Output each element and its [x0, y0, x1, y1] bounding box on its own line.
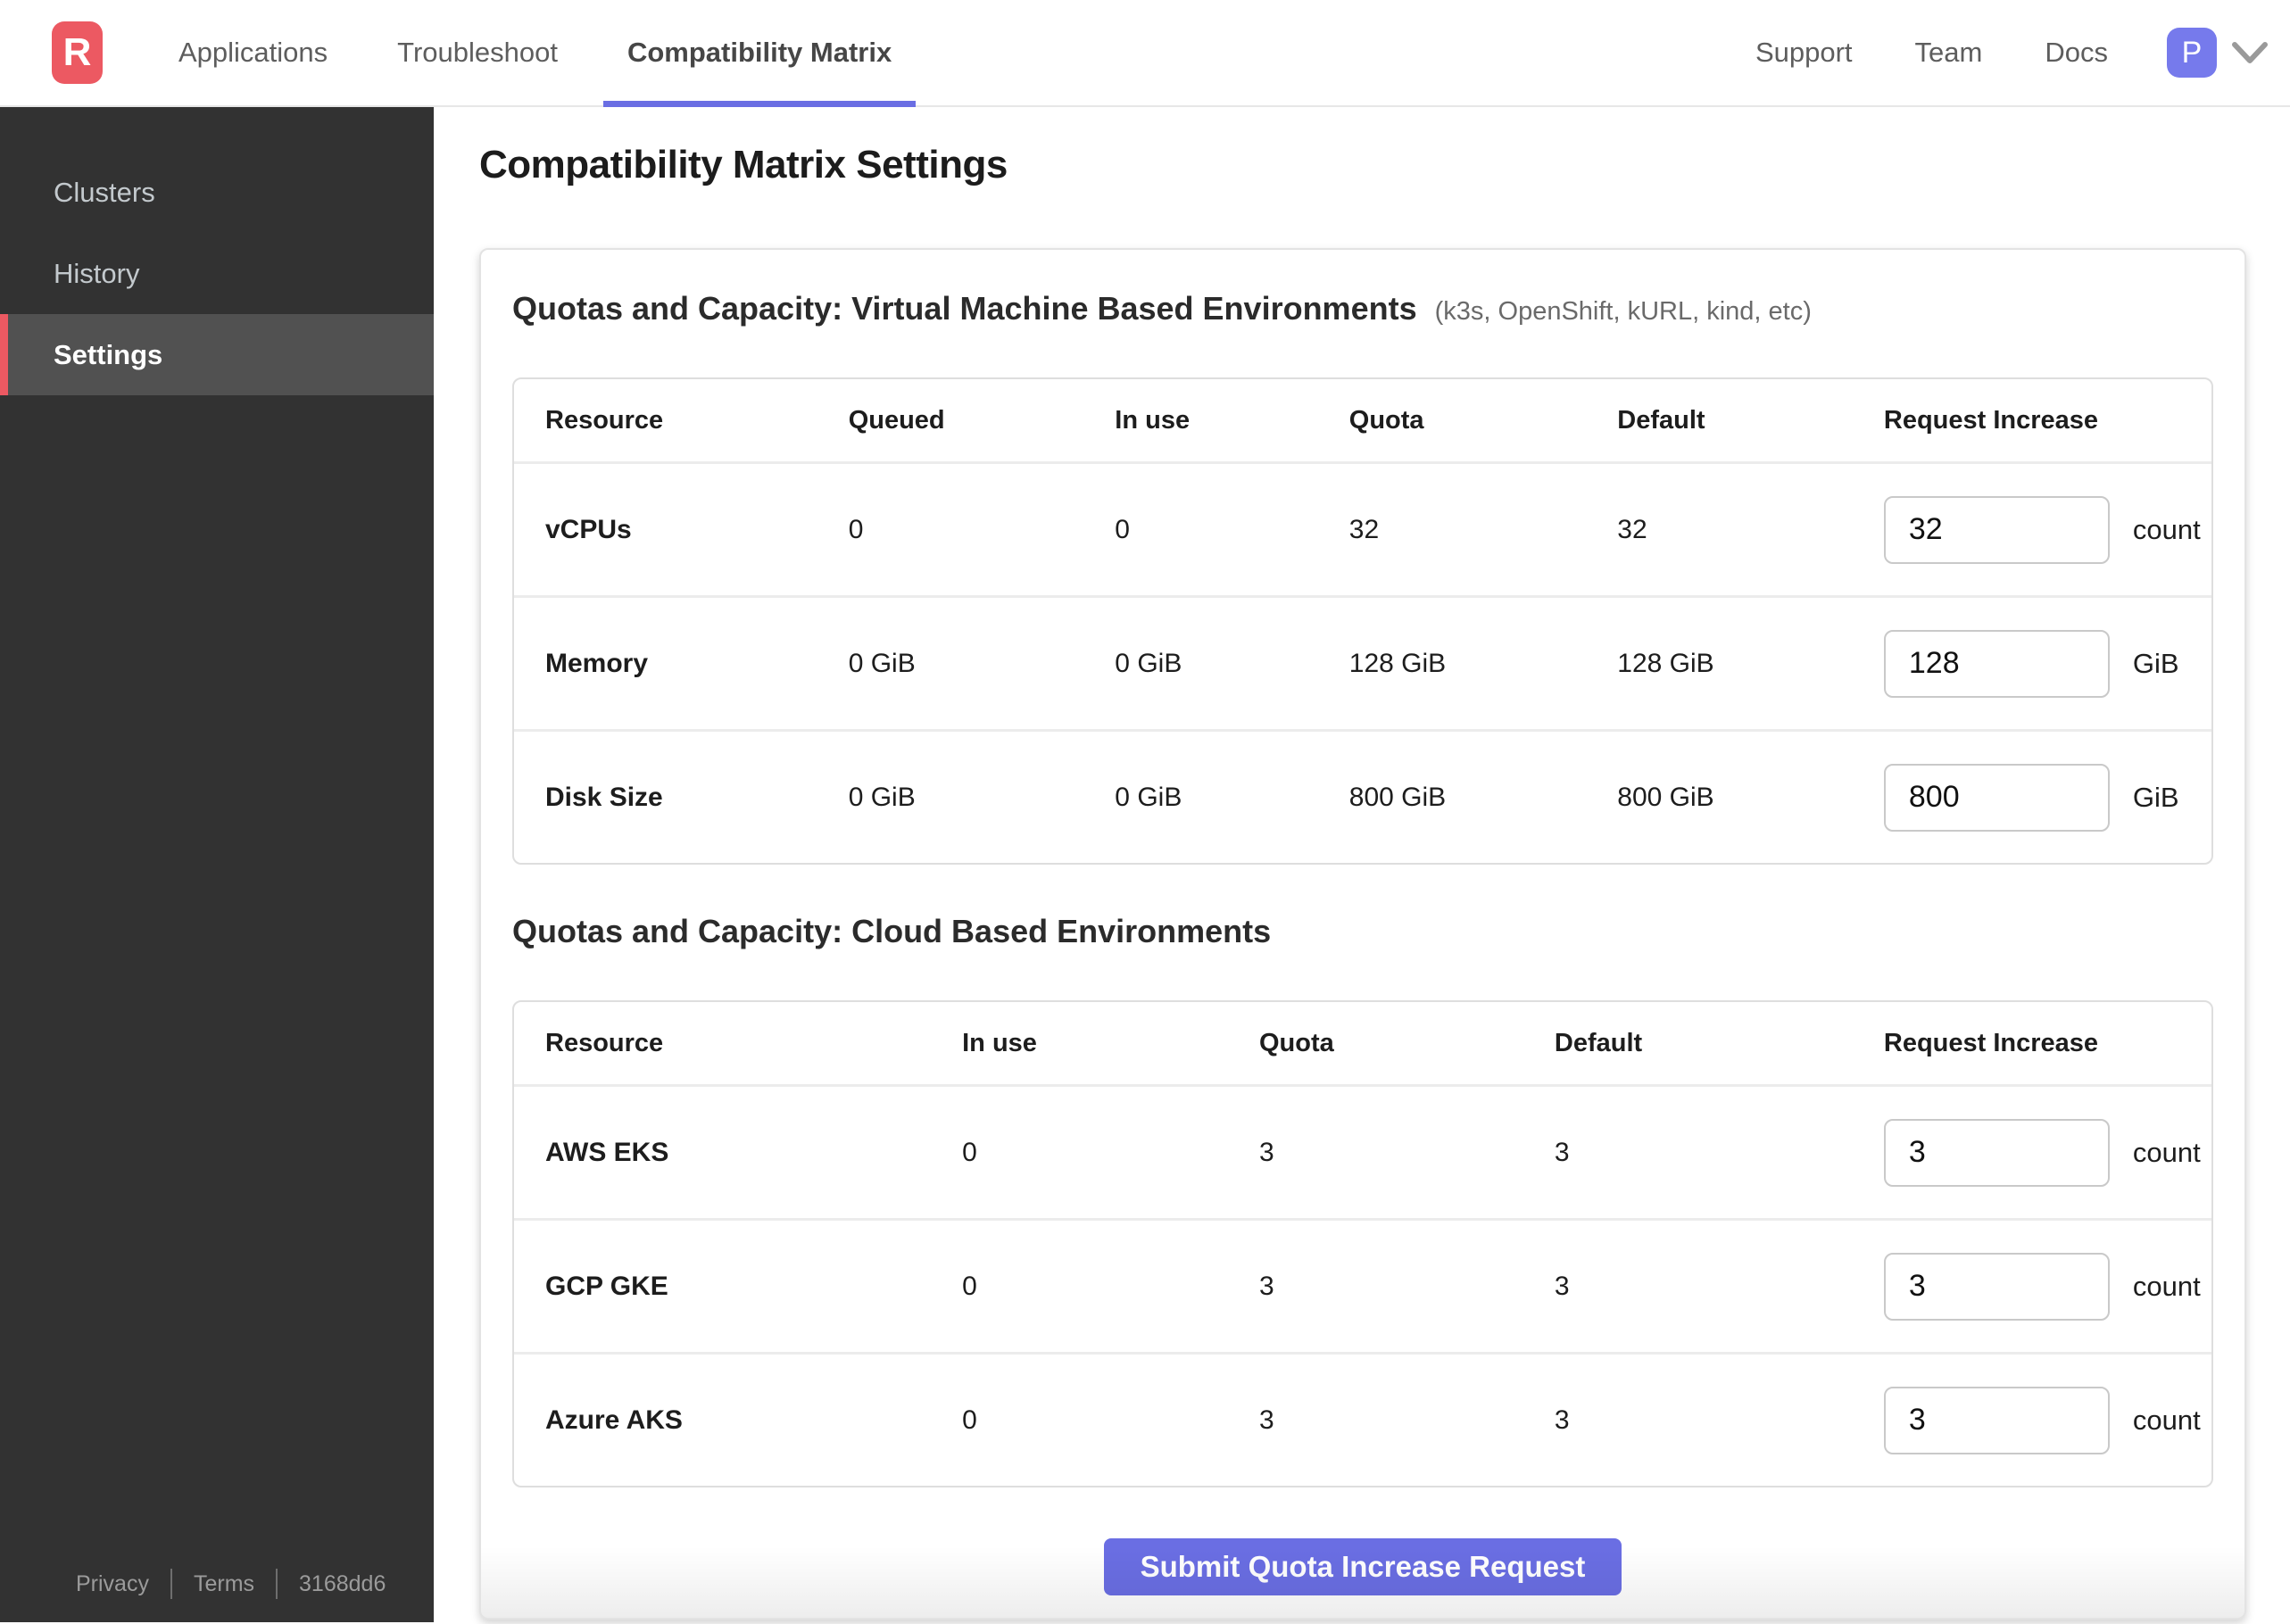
- unit-label: GiB: [2132, 781, 2179, 813]
- quota-cell: 32: [1348, 514, 1380, 544]
- azure-aks-request-input[interactable]: [1883, 1386, 2110, 1454]
- quota-settings-card: Quotas and Capacity: Virtual Machine Bas…: [479, 248, 2246, 1620]
- table-row-azure-aks: Azure AKS 0 3 3 count: [514, 1352, 2211, 1486]
- memory-request-input[interactable]: [1883, 629, 2110, 698]
- nav-left: R Applications Troubleshoot Compatibilit…: [0, 0, 917, 107]
- queued-cell: 0: [848, 514, 864, 544]
- sidebar-item-clusters[interactable]: Clusters: [0, 152, 434, 233]
- column-header-resource: Resource: [545, 1028, 664, 1057]
- privacy-link[interactable]: Privacy: [76, 1571, 149, 1597]
- column-header-queued: Queued: [848, 405, 945, 435]
- unit-label: count: [2132, 1404, 2201, 1436]
- resource-cell: AWS EKS: [545, 1137, 669, 1167]
- nav-link-team[interactable]: Team: [1915, 37, 1983, 69]
- column-header-default: Default: [1554, 1028, 1643, 1057]
- vm-quota-table: Resource Queued In use Quota Default Req…: [512, 377, 2213, 865]
- logo-letter: R: [62, 30, 92, 74]
- section-title-vm-text: Quotas and Capacity: Virtual Machine Bas…: [512, 290, 1417, 327]
- page-title: Compatibility Matrix Settings: [479, 143, 1008, 186]
- resource-cell: Disk Size: [545, 782, 663, 812]
- inuse-cell: 0 GiB: [1115, 782, 1182, 812]
- table-row-memory: Memory 0 GiB 0 GiB 128 GiB 128 GiB GiB: [514, 595, 2211, 729]
- column-header-resource: Resource: [545, 405, 664, 435]
- section-title-cloud-text: Quotas and Capacity: Cloud Based Environ…: [512, 913, 1272, 949]
- inuse-cell: 0: [962, 1404, 977, 1435]
- inuse-cell: 0: [1115, 514, 1130, 544]
- footer-divider: [276, 1569, 278, 1599]
- resource-cell: Azure AKS: [545, 1404, 683, 1435]
- column-header-quota: Quota: [1258, 1028, 1334, 1057]
- quota-cell: 800 GiB: [1348, 782, 1447, 812]
- terms-link[interactable]: Terms: [194, 1571, 254, 1597]
- aws-eks-request-input[interactable]: [1883, 1118, 2110, 1187]
- sidebar-nav: Clusters History Settings: [0, 152, 434, 395]
- submit-button-row: Submit Quota Increase Request: [512, 1538, 2213, 1595]
- inuse-cell: 0 GiB: [1115, 648, 1182, 678]
- sidebar-footer: Privacy Terms 3168dd6: [0, 1569, 434, 1622]
- column-header-inuse: In use: [962, 1028, 1037, 1057]
- table-row-vcpus: vCPUs 0 0 32 32 count: [514, 461, 2211, 595]
- unit-label: count: [2132, 513, 2201, 545]
- footer-divider: [170, 1569, 172, 1599]
- sidebar-item-history[interactable]: History: [0, 233, 434, 314]
- quota-cell: 3: [1258, 1404, 1274, 1435]
- submit-quota-increase-button[interactable]: Submit Quota Increase Request: [1104, 1538, 1622, 1595]
- main-content: Compatibility Matrix Settings Quotas and…: [434, 107, 2290, 1622]
- sidebar: Clusters History Settings Privacy Terms …: [0, 107, 434, 1622]
- chevron-down-icon[interactable]: [2229, 38, 2270, 67]
- resource-cell: vCPUs: [545, 514, 632, 544]
- quota-cell: 3: [1258, 1271, 1274, 1301]
- disk-size-request-input[interactable]: [1883, 763, 2110, 832]
- inuse-cell: 0: [962, 1137, 977, 1167]
- column-header-inuse: In use: [1115, 405, 1191, 435]
- primary-nav-tabs: Applications Troubleshoot Compatibility …: [154, 0, 917, 107]
- nav-tab-applications[interactable]: Applications: [154, 0, 352, 105]
- default-cell: 800 GiB: [1617, 782, 1714, 812]
- default-cell: 3: [1554, 1137, 1570, 1167]
- inuse-cell: 0: [962, 1271, 977, 1301]
- table-row-gcp-gke: GCP GKE 0 3 3 count: [514, 1218, 2211, 1352]
- default-cell: 3: [1554, 1271, 1570, 1301]
- gcp-gke-request-input[interactable]: [1883, 1252, 2110, 1321]
- resource-cell: Memory: [545, 648, 649, 678]
- default-cell: 3: [1554, 1404, 1570, 1435]
- nav-link-support[interactable]: Support: [1755, 37, 1853, 69]
- unit-label: count: [2132, 1136, 2201, 1168]
- user-avatar[interactable]: P: [2167, 28, 2217, 78]
- avatar-initial: P: [2181, 35, 2203, 70]
- sidebar-item-settings[interactable]: Settings: [0, 314, 434, 395]
- default-cell: 32: [1617, 514, 1647, 544]
- column-header-quota: Quota: [1348, 405, 1424, 435]
- cloud-quota-table: Resource In use Quota Default Request In…: [512, 1000, 2213, 1487]
- replicated-logo[interactable]: R: [52, 21, 103, 84]
- table-row-disk-size: Disk Size 0 GiB 0 GiB 800 GiB 800 GiB Gi…: [514, 729, 2211, 863]
- nav-right: Support Team Docs P: [1755, 28, 2270, 78]
- default-cell: 128 GiB: [1617, 648, 1714, 678]
- section-subtitle-vm: (k3s, OpenShift, kURL, kind, etc): [1434, 297, 1812, 326]
- nav-tab-compatibility-matrix[interactable]: Compatibility Matrix: [602, 0, 917, 107]
- table-header-row: Resource In use Quota Default Request In…: [514, 1002, 2211, 1084]
- quota-cell: 3: [1258, 1137, 1274, 1167]
- build-id: 3168dd6: [299, 1570, 386, 1596]
- vcpus-request-input[interactable]: [1883, 495, 2110, 564]
- nav-tab-troubleshoot[interactable]: Troubleshoot: [373, 0, 582, 105]
- resource-cell: GCP GKE: [545, 1271, 668, 1301]
- section-title-cloud: Quotas and Capacity: Cloud Based Environ…: [512, 913, 2213, 950]
- nav-link-docs[interactable]: Docs: [2045, 37, 2108, 69]
- quota-cell: 128 GiB: [1348, 648, 1447, 678]
- top-nav: R Applications Troubleshoot Compatibilit…: [0, 0, 2290, 107]
- unit-label: count: [2132, 1270, 2201, 1302]
- column-header-request-increase: Request Increase: [1883, 405, 2099, 435]
- column-header-default: Default: [1617, 405, 1705, 435]
- table-header-row: Resource Queued In use Quota Default Req…: [514, 379, 2211, 461]
- section-title-vm: Quotas and Capacity: Virtual Machine Bas…: [512, 290, 2213, 327]
- unit-label: GiB: [2132, 647, 2179, 679]
- column-header-request-increase: Request Increase: [1883, 1028, 2099, 1057]
- queued-cell: 0 GiB: [848, 782, 916, 812]
- table-row-aws-eks: AWS EKS 0 3 3 count: [514, 1084, 2211, 1218]
- queued-cell: 0 GiB: [848, 648, 916, 678]
